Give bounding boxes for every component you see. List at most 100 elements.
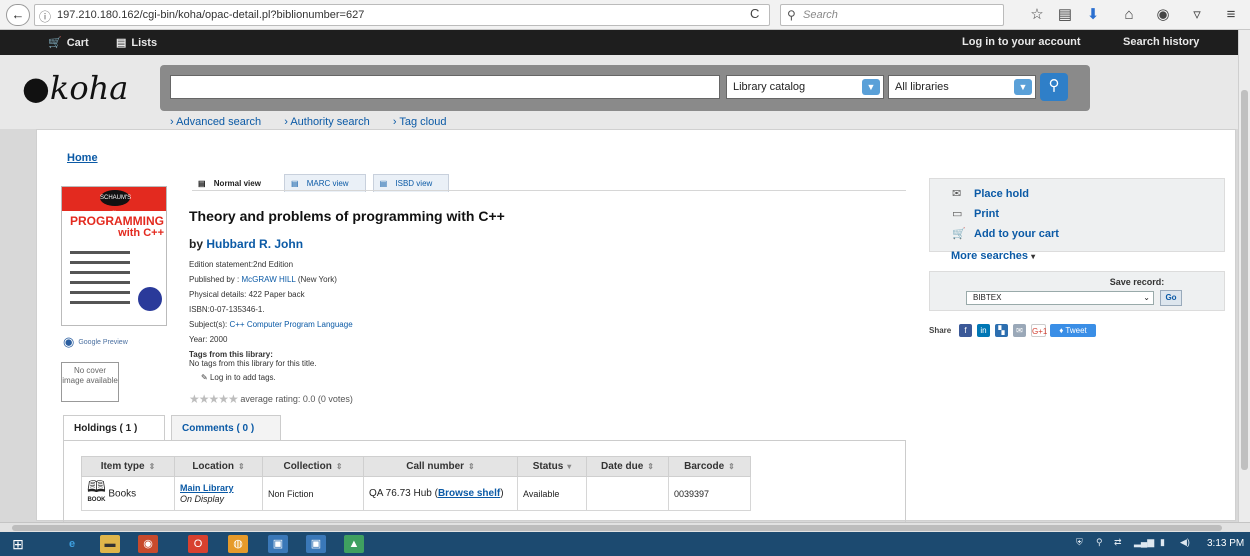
save-go-button[interactable]: Go	[1160, 290, 1182, 306]
advanced-search-link[interactable]: › Advanced search	[170, 116, 271, 128]
lists-icon: ▤	[116, 37, 127, 49]
column-header-item-type[interactable]: Item type ⇕	[81, 456, 175, 477]
save-format-select[interactable]: BIBTEX ⌄	[966, 291, 1154, 305]
tags-none: No tags from this library for this title…	[189, 359, 317, 368]
window-app-icon-2[interactable]: ▣	[306, 535, 326, 553]
cart-link[interactable]: 🛒 Cart	[48, 36, 89, 49]
linkedin-share-icon[interactable]: in	[977, 324, 990, 337]
email-share-icon[interactable]: ✉	[1013, 324, 1026, 337]
print-link[interactable]: ▭ Print	[952, 207, 999, 220]
library-select[interactable]: All libraries ▼	[888, 75, 1036, 99]
column-header-barcode[interactable]: Barcode ⇕	[668, 456, 751, 477]
breadcrumb-home[interactable]: Home	[67, 152, 98, 164]
delicious-share-icon[interactable]: ▚	[995, 324, 1008, 337]
site-info-icon[interactable]: ⓘ	[39, 8, 51, 25]
lists-link[interactable]: ▤ Lists	[116, 36, 157, 49]
network-tray-icon[interactable]: ⇄	[1114, 537, 1122, 548]
koha-logo-mark-icon: ●	[22, 69, 50, 107]
scrollbar-thumb[interactable]	[1241, 90, 1248, 470]
internet-explorer-icon[interactable]: e	[62, 535, 82, 553]
menu-icon[interactable]: ≡	[1220, 5, 1242, 25]
taskbar-clock[interactable]: 3:13 PM	[1207, 538, 1244, 549]
search-submit-button[interactable]: ⚲	[1040, 73, 1068, 101]
column-header-status[interactable]: Status ▾	[517, 456, 587, 477]
download-icon[interactable]: ⬇	[1082, 5, 1104, 25]
place-hold-link[interactable]: ✉ Place hold	[952, 187, 1029, 200]
security-tray-icon[interactable]: ⛨	[1076, 537, 1083, 548]
tag-icon: ✎	[201, 373, 208, 382]
pocket-icon[interactable]: ◉	[1152, 5, 1174, 25]
star-icon[interactable]: ☆	[1026, 5, 1048, 25]
drive-icon[interactable]: ▲	[344, 535, 364, 553]
more-search-links: › Advanced search › Authority search › T…	[170, 116, 466, 128]
reload-icon[interactable]: C	[750, 6, 766, 22]
year: Year: 2000	[189, 335, 228, 344]
subject-link[interactable]: C++ Computer Program Language	[229, 320, 352, 329]
search-history-link[interactable]: Search history	[1123, 36, 1199, 48]
home-icon[interactable]: ⌂	[1118, 5, 1140, 25]
opac-top-nav: 🛒 Cart ▤ Lists Log in to your account Sear…	[0, 30, 1238, 55]
vertical-scrollbar[interactable]	[1238, 30, 1250, 522]
rating-stars-icon[interactable]: ★★★★★	[189, 392, 239, 406]
sort-icon: ⇕	[468, 462, 475, 471]
scrollbar-thumb[interactable]	[12, 525, 1222, 531]
cell-date-due	[586, 476, 669, 511]
publisher-link[interactable]: McGRAW HILL	[242, 275, 296, 284]
url-text[interactable]: 197.210.180.162/cgi-bin/koha/opac-detail…	[57, 9, 364, 21]
browser-search-input[interactable]: ⚲ Search	[780, 4, 1004, 26]
authority-search-link[interactable]: › Authority search	[284, 116, 380, 128]
sort-icon: ⇕	[335, 462, 343, 471]
google-plus-share-icon[interactable]: G+1	[1031, 324, 1047, 337]
back-button[interactable]: ←	[6, 4, 30, 26]
publisher-line: Published by : McGRAW HILL (New York)	[189, 275, 337, 284]
book-cover-image[interactable]: SCHAUM'S outlines PROGRAMMING with C++	[61, 186, 167, 326]
search-icon: ⚲	[1048, 77, 1060, 94]
facebook-share-icon[interactable]: f	[959, 324, 972, 337]
shield-icon[interactable]: ▿	[1186, 5, 1208, 25]
search-icon: ⚲	[787, 8, 796, 22]
rating-text: average rating: 0.0 (0 votes)	[240, 394, 353, 404]
media-player-icon[interactable]: ◉	[138, 535, 158, 553]
browser-toolbar: ← ⓘ 197.210.180.162/cgi-bin/koha/opac-de…	[0, 0, 1250, 30]
koha-logo[interactable]: ●koha	[22, 69, 128, 107]
column-header-date-due[interactable]: Date due ⇕	[586, 456, 669, 477]
author-link[interactable]: Hubbard R. John	[206, 237, 303, 251]
tweet-button[interactable]: ♦ Tweet	[1050, 324, 1096, 337]
catalog-select[interactable]: Library catalog ▼	[726, 75, 884, 99]
chevron-down-icon: ▼	[862, 79, 880, 95]
battery-tray-icon[interactable]: ▮	[1160, 537, 1165, 548]
windows-start-icon[interactable]: ⊞	[8, 535, 28, 553]
item-type-label: Books	[108, 487, 137, 499]
column-header-collection[interactable]: Collection ⇕	[262, 456, 364, 477]
signal-tray-icon[interactable]: ▂▄▆	[1134, 537, 1154, 548]
back-arrow-icon: ←	[11, 7, 25, 22]
location-link[interactable]: Main Library	[180, 483, 234, 493]
save-format-value: BIBTEX	[973, 293, 1002, 302]
volume-tray-icon[interactable]: ◀)	[1180, 537, 1190, 548]
browse-shelf-link[interactable]: Browse shelf	[438, 488, 500, 499]
firefox-icon[interactable]: ◍	[228, 535, 248, 553]
opera-icon[interactable]: O	[188, 535, 208, 553]
address-bar[interactable]: ⓘ 197.210.180.162/cgi-bin/koha/opac-deta…	[34, 4, 770, 26]
tag-cloud-link[interactable]: › Tag cloud	[393, 116, 457, 128]
more-searches-dropdown[interactable]: More searches ▾	[951, 250, 1035, 262]
search-tray-icon[interactable]: ⚲	[1096, 537, 1103, 548]
tab-comments[interactable]: Comments ( 0 )	[171, 415, 281, 441]
google-preview-link[interactable]: ◉ Google Preview	[63, 334, 128, 350]
tab-holdings[interactable]: Holdings ( 1 )	[63, 415, 165, 441]
catalog-search-input[interactable]	[170, 75, 720, 99]
window-app-icon[interactable]: ▣	[268, 535, 288, 553]
search-form: Library catalog ▼ All libraries ▼ ⚲	[160, 65, 1090, 111]
add-to-cart-link[interactable]: 🛒 Add to your cart	[952, 227, 1059, 240]
cell-item-type: 🕮 BOOK Books	[81, 476, 175, 511]
column-header-location[interactable]: Location ⇕	[174, 456, 263, 477]
horizontal-scrollbar[interactable]	[0, 522, 1250, 532]
column-header-call-number[interactable]: Call number ⇕	[363, 456, 518, 477]
sort-icon: ⇕	[148, 462, 156, 471]
file-explorer-icon[interactable]: ▬	[100, 535, 120, 553]
tags-login-link[interactable]: ✎ Log in to add tags.	[201, 373, 276, 382]
reading-list-icon[interactable]: ▤	[1054, 5, 1076, 25]
table-row: 🕮 BOOK Books Main Library On Display Non …	[81, 476, 751, 511]
cover-title-line2: with C++	[118, 227, 164, 239]
login-link[interactable]: Log in to your account	[962, 36, 1081, 48]
